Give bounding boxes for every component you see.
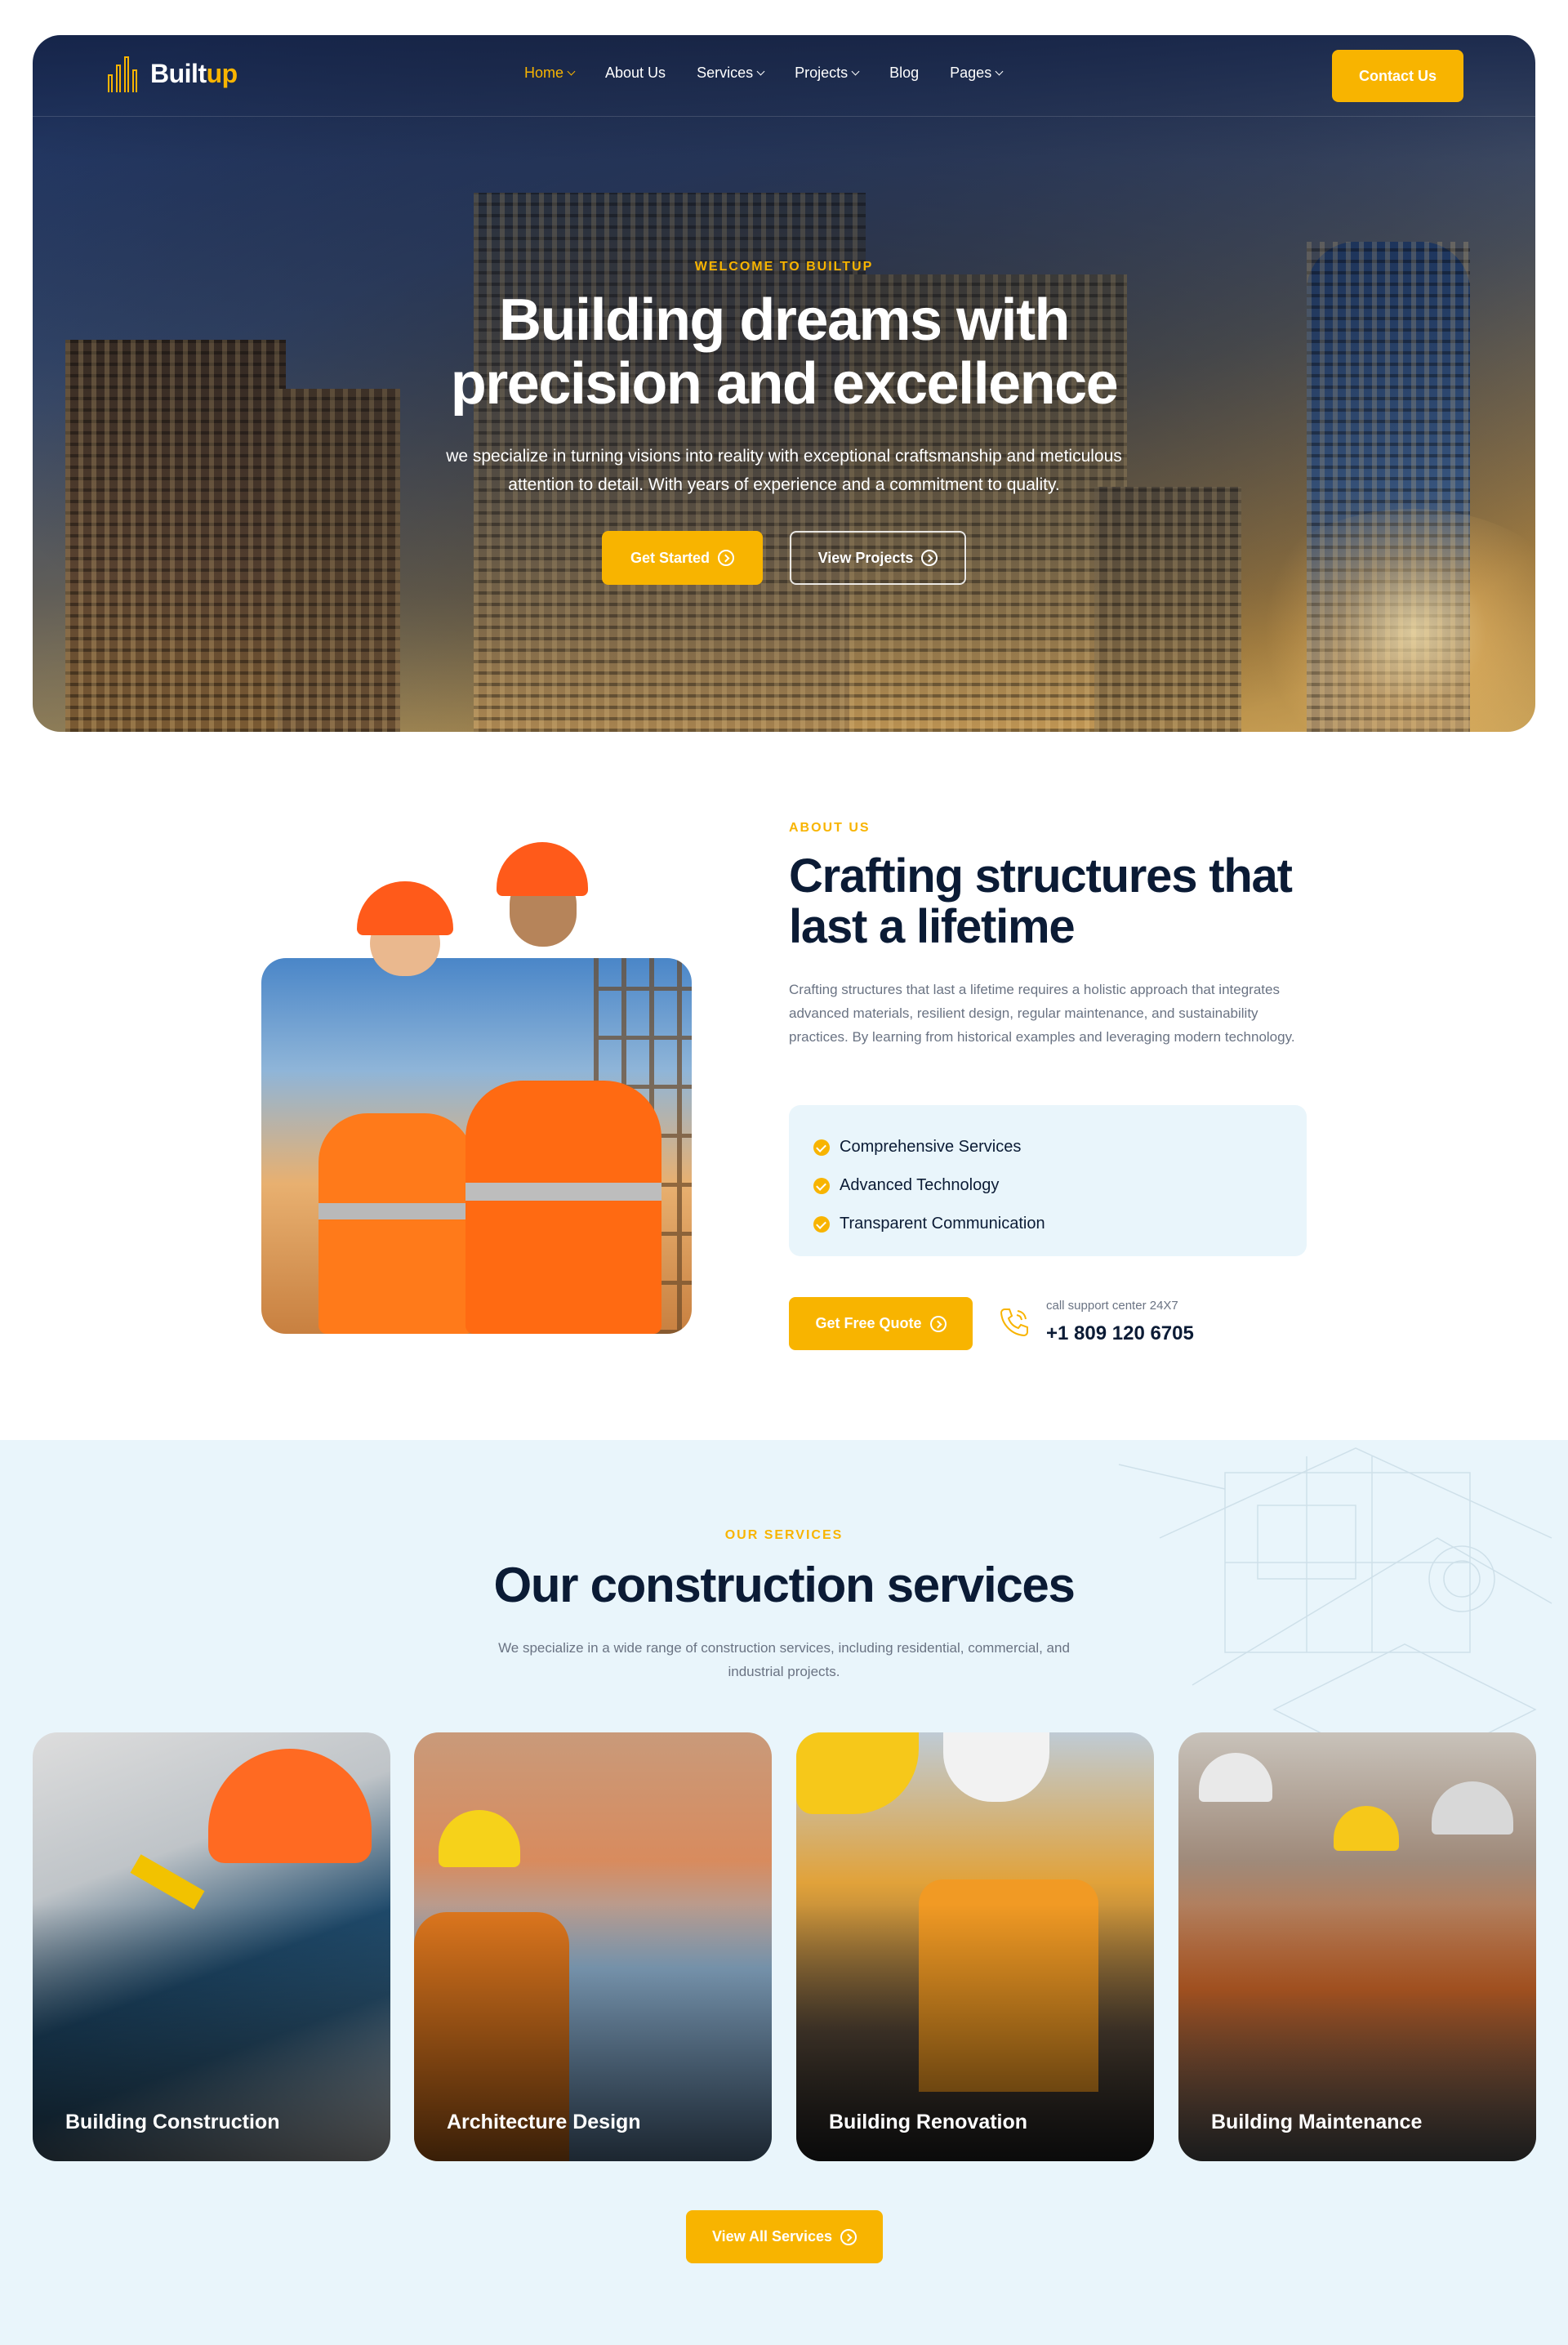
hard-hat-icon xyxy=(497,842,588,896)
about-eyebrow: ABOUT US xyxy=(789,821,871,835)
phone-icon xyxy=(1000,1308,1028,1337)
get-free-quote-button[interactable]: Get Free Quote xyxy=(789,1297,973,1350)
service-card-title: Architecture Design xyxy=(447,2111,641,2133)
view-all-services-button[interactable]: View All Services xyxy=(686,2210,883,2263)
check-circle-icon xyxy=(813,1177,830,1194)
arrow-right-circle-icon xyxy=(921,550,938,566)
hero-description: we specialize in turning visions into re… xyxy=(446,447,1122,494)
hero-eyebrow: WELCOME TO BUILTUP xyxy=(694,260,874,274)
service-card-title: Building Construction xyxy=(65,2111,280,2133)
nav-item-services[interactable]: Services xyxy=(697,65,765,82)
service-card-building-construction[interactable]: Building Construction xyxy=(33,1732,390,2161)
arrow-right-circle-icon xyxy=(718,550,735,566)
hero-title: Building dreams with precision and excel… xyxy=(450,288,1119,417)
feature-item: Advanced Technology xyxy=(813,1166,1282,1205)
services-description: We specialize in a wide range of constru… xyxy=(498,1640,1070,1679)
chevron-down-icon xyxy=(995,67,1004,75)
feature-checklist: Comprehensive Services Advanced Technolo… xyxy=(789,1105,1307,1256)
service-card-building-maintenance[interactable]: Building Maintenance xyxy=(1178,1732,1536,2161)
nav-item-home[interactable]: Home xyxy=(524,65,576,82)
service-card-title: Building Maintenance xyxy=(1211,2111,1423,2133)
hard-hat-icon xyxy=(357,881,453,935)
brand-logo[interactable]: Builtup xyxy=(106,55,238,92)
service-card-building-renovation[interactable]: Building Renovation xyxy=(796,1732,1154,2161)
services-eyebrow: OUR SERVICES xyxy=(724,1528,844,1542)
support-label: call support center 24X7 xyxy=(1046,1299,1178,1313)
check-circle-icon xyxy=(813,1139,830,1156)
get-started-button[interactable]: Get Started xyxy=(602,531,763,585)
services-section: OUR SERVICES Our construction services W… xyxy=(0,1440,1568,2345)
view-projects-button[interactable]: View Projects xyxy=(790,531,966,585)
brand-name: Builtup xyxy=(150,58,238,88)
nav-item-about[interactable]: About Us xyxy=(605,65,666,82)
chevron-down-icon xyxy=(851,67,860,75)
main-menu: Home About Us Services Projects Blog Pag… xyxy=(524,65,1033,82)
feature-item: Transparent Communication xyxy=(813,1205,1282,1243)
services-title: Our construction services xyxy=(493,1558,1075,1612)
top-navigation: Builtup Home About Us Services Projects … xyxy=(33,35,1535,117)
workers-photo xyxy=(261,958,692,1334)
chevron-down-icon xyxy=(567,67,576,75)
nav-item-projects[interactable]: Projects xyxy=(795,65,860,82)
about-title: Crafting structures that last a lifetime xyxy=(789,849,1293,953)
hero-section: Builtup Home About Us Services Projects … xyxy=(33,35,1535,732)
arrow-right-circle-icon xyxy=(840,2228,858,2245)
service-card-architecture-design[interactable]: Architecture Design xyxy=(414,1732,772,2161)
chevron-down-icon xyxy=(756,67,765,75)
support-phone-number[interactable]: +1 809 120 6705 xyxy=(1046,1322,1194,1345)
feature-item: Comprehensive Services xyxy=(813,1128,1282,1166)
nav-item-blog[interactable]: Blog xyxy=(889,65,919,82)
nav-item-pages[interactable]: Pages xyxy=(950,65,1004,82)
check-circle-icon xyxy=(813,1215,830,1233)
building-logo-icon xyxy=(106,55,140,92)
contact-us-button[interactable]: Contact Us xyxy=(1332,50,1463,102)
service-card-title: Building Renovation xyxy=(829,2111,1028,2133)
arrow-right-circle-icon xyxy=(929,1315,947,1332)
about-description: Crafting structures that last a lifetime… xyxy=(789,982,1295,1045)
